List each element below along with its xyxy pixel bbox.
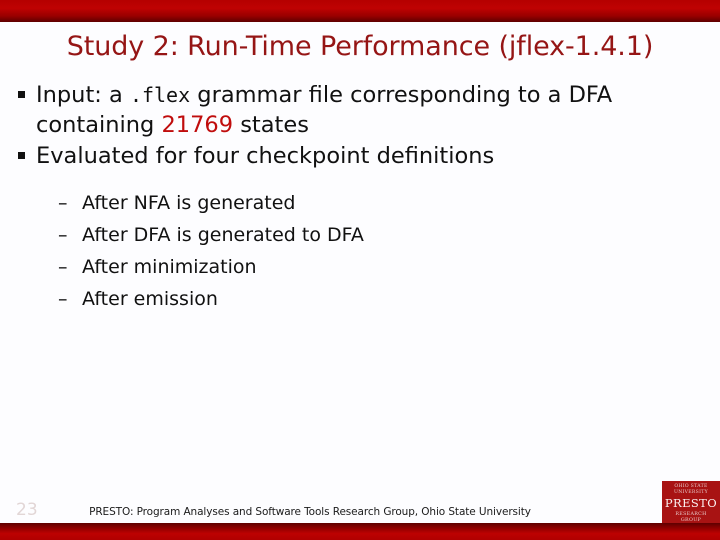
dash-marker-icon: –	[58, 256, 68, 278]
list-item-label: After emission	[82, 288, 218, 310]
slide-number: 23	[16, 500, 38, 520]
bullet-seg-4: states	[233, 112, 309, 138]
bullet-item-input: Input: a .flex grammar file correspondin…	[14, 80, 708, 140]
bullet-seg-0: Input: a	[36, 82, 130, 108]
logo-line-presto: PRESTO	[664, 496, 718, 510]
list-item: – After minimization	[50, 251, 708, 283]
list-item: – After DFA is generated to DFA	[50, 219, 708, 251]
bullet-item-evaluated: Evaluated for four checkpoint definition…	[14, 141, 708, 171]
bullet-marker-icon	[18, 152, 25, 159]
bullet-marker-icon	[18, 91, 25, 98]
checkpoint-sublist: – After NFA is generated – After DFA is …	[14, 187, 708, 315]
dash-marker-icon: –	[58, 288, 68, 310]
slide-body: Input: a .flex grammar file correspondin…	[14, 80, 708, 315]
top-accent-bar	[0, 0, 720, 22]
list-item: – After emission	[50, 283, 708, 315]
list-item: – After NFA is generated	[50, 187, 708, 219]
bullet-seg-1-mono: .flex	[129, 83, 191, 107]
list-item-label: After DFA is generated to DFA	[82, 224, 364, 246]
bullet-text-input: Input: a .flex grammar file correspondin…	[36, 82, 612, 138]
bullet-text-evaluated: Evaluated for four checkpoint definition…	[36, 143, 495, 169]
dash-marker-icon: –	[58, 224, 68, 246]
presto-logo: OHIO STATE UNIVERSITY PRESTO RESEARCH GR…	[662, 481, 720, 523]
page-title: Study 2: Run-Time Performance (jflex-1.4…	[66, 31, 654, 62]
bottom-accent-bar	[0, 523, 720, 540]
slide: Study 2: Run-Time Performance (jflex-1.4…	[0, 0, 720, 540]
bullet-seg-3-highlight: 21769	[161, 112, 234, 138]
footer-credit: PRESTO: Program Analyses and Software To…	[89, 506, 531, 518]
list-item-label: After minimization	[82, 256, 257, 278]
dash-marker-icon: –	[58, 192, 68, 214]
list-item-label: After NFA is generated	[82, 192, 296, 214]
